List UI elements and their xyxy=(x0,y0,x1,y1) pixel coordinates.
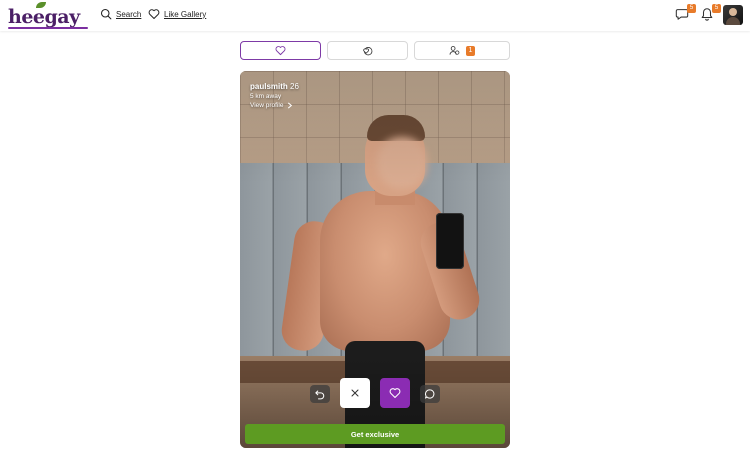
site-logo[interactable]: heegay xyxy=(8,2,88,29)
get-exclusive-button[interactable]: Get exclusive xyxy=(245,424,505,444)
user-avatar[interactable] xyxy=(723,5,743,25)
tab-visitors[interactable]: 1 xyxy=(414,41,510,60)
match-tabs: 1 xyxy=(240,41,510,60)
dislike-button[interactable] xyxy=(340,378,370,408)
like-button[interactable] xyxy=(380,378,410,408)
heart-icon xyxy=(389,388,401,399)
close-icon xyxy=(351,389,359,397)
nav-search-label: Search xyxy=(116,9,142,19)
top-bar: heegay Search Like Gallery 5 5 xyxy=(0,0,750,31)
chat-icon xyxy=(425,389,435,399)
mutual-hearts-icon xyxy=(363,46,373,56)
nav-search-link[interactable]: Search xyxy=(100,8,141,20)
logo-text: heegay xyxy=(8,6,80,28)
logo-underline xyxy=(8,27,88,29)
visitors-count-badge: 1 xyxy=(465,45,476,56)
heart-icon xyxy=(275,46,286,56)
view-profile-link[interactable]: View profile xyxy=(250,102,299,109)
search-icon xyxy=(100,8,112,20)
profile-info: paulsmith 26 5 km away View profile xyxy=(250,82,299,109)
undo-button[interactable] xyxy=(310,385,330,403)
tab-mutual-likes[interactable] xyxy=(327,41,408,60)
messages-badge: 5 xyxy=(687,4,696,13)
nav-like-gallery-label: Like Gallery xyxy=(164,9,207,19)
profile-card[interactable]: paulsmith 26 5 km away View profile Get … xyxy=(240,71,510,448)
visitors-icon xyxy=(449,46,459,55)
chevron-right-icon xyxy=(288,102,293,109)
undo-icon xyxy=(315,390,325,400)
card-actions xyxy=(240,378,510,408)
notifications-button[interactable]: 5 xyxy=(700,4,721,23)
profile-username: paulsmith xyxy=(250,82,288,91)
notifications-badge: 5 xyxy=(712,4,721,13)
heart-outline-icon xyxy=(148,9,160,19)
view-profile-label: View profile xyxy=(250,102,284,109)
nav-like-gallery-link[interactable]: Like Gallery xyxy=(148,8,206,20)
tab-likes[interactable] xyxy=(240,41,321,60)
messages-button[interactable]: 5 xyxy=(675,4,696,23)
profile-age: 26 xyxy=(290,82,299,91)
profile-distance: 5 km away xyxy=(250,93,282,100)
message-button[interactable] xyxy=(420,385,440,403)
